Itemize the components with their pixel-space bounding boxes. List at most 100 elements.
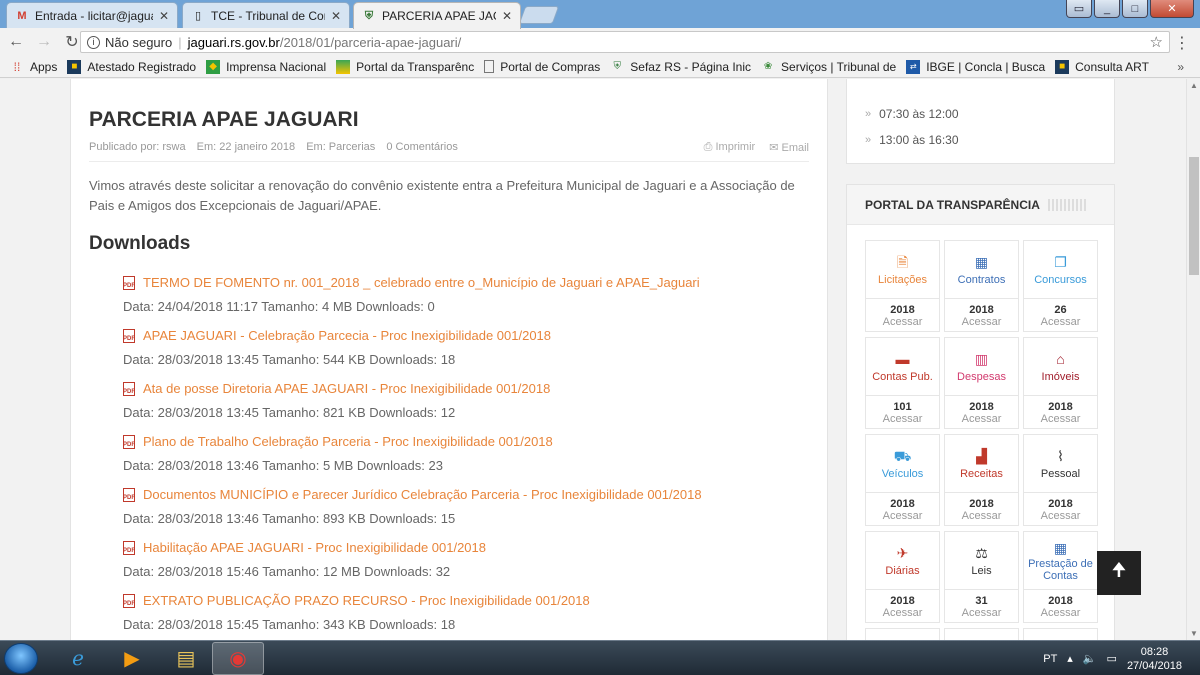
meta-author[interactable]: Publicado por: rswa <box>89 141 186 153</box>
tile-contas-pub[interactable]: ▬ Contas Pub. 101 Acessar <box>865 337 940 429</box>
info-icon[interactable]: i <box>87 35 100 49</box>
header-decoration <box>1047 198 1088 211</box>
language-indicator[interactable]: PT <box>1043 653 1057 665</box>
article-meta: Publicado por: rswa Em: 22 janeiro 2018 … <box>89 141 466 153</box>
tile-label: Imóveis <box>1041 371 1080 383</box>
security-label: Não seguro <box>105 34 173 50</box>
tile-value: 2018 <box>969 497 994 510</box>
clock[interactable]: 08:28 27/04/2018 <box>1127 645 1182 673</box>
chrome-icon[interactable]: ◉ <box>212 642 264 675</box>
download-name: Documentos MUNICÍPIO e Parecer Jurídico … <box>143 487 702 502</box>
download-name: Habilitação APAE JAGUARI - Proc Inexigib… <box>143 540 487 555</box>
address-bar[interactable]: i Não seguro | jaguari.rs.gov.br /2018/0… <box>80 31 1170 53</box>
pdf-icon: PDF <box>123 381 135 396</box>
download-item: PDF EXTRATO PUBLICAÇÃO PRAZO RECURSO - Pr… <box>123 593 813 640</box>
meta-category[interactable]: Em: Parcerias <box>306 141 375 153</box>
bookmark-compras[interactable]: Portal de Compras <box>484 60 600 74</box>
tile-pessoal[interactable]: ⌇ Pessoal 2018 Acessar <box>1023 434 1098 526</box>
tile-label: Diárias <box>885 565 920 577</box>
tile-licitacoes[interactable]: 🗎 Licitações 2018 Acessar <box>865 240 940 332</box>
scroll-up-arrow-icon[interactable]: ▲ <box>1190 81 1198 90</box>
pdf-icon: PDF <box>123 275 135 290</box>
tile-value: 2018 <box>890 497 915 510</box>
download-name: APAE JAGUARI - Celebração Parcecia - Pro… <box>143 328 552 343</box>
tile-partial[interactable] <box>1023 628 1098 640</box>
download-link[interactable]: PDF Habilitação APAE JAGUARI - Proc Inexi… <box>123 540 813 555</box>
download-info: Data: 28/03/2018 13:45 Tamanho: 544 KB D… <box>123 352 456 367</box>
internet-explorer-icon[interactable]: ℯ <box>52 642 104 675</box>
download-link[interactable]: PDF TERMO DE FOMENTO nr. 001_2018 _ celeb… <box>123 275 813 290</box>
back-to-top-button[interactable]: 🠉 <box>1097 551 1141 595</box>
tile-partial[interactable] <box>944 628 1019 640</box>
tile-action: Acessar <box>961 412 1002 425</box>
bookmark-sefaz[interactable]: ⛨ Sefaz RS - Página Inic <box>610 60 751 74</box>
tile-label: Licitações <box>878 274 927 286</box>
tile-concursos[interactable]: ❐ Concursos 26 Acessar <box>1023 240 1098 332</box>
close-window-button[interactable]: ✕ <box>1150 0 1194 18</box>
portal-header: PORTAL DA TRANSPARÊNCIA <box>847 185 1114 225</box>
tile-partial[interactable] <box>865 628 940 640</box>
bookmark-ibge[interactable]: ⇄ IBGE | Concla | Busca <box>906 59 1045 74</box>
download-link[interactable]: PDF EXTRATO PUBLICAÇÃO PRAZO RECURSO - Pr… <box>123 593 813 608</box>
tile-label: Pessoal <box>1040 468 1081 480</box>
tile-receitas[interactable]: ▟ Receitas 2018 Acessar <box>944 434 1019 526</box>
file-explorer-icon[interactable]: ▤ <box>160 642 212 675</box>
download-link[interactable]: PDF Plano de Trabalho Celebração Parceria… <box>123 434 813 449</box>
bookmark-servicos[interactable]: ❀ Serviços | Tribunal de <box>761 60 896 74</box>
download-link[interactable]: PDF Documentos MUNICÍPIO e Parecer Jurídi… <box>123 487 813 502</box>
bookmark-apps[interactable]: ⁞⁞ Apps <box>10 60 58 74</box>
forward-button[interactable]: → <box>32 30 56 54</box>
clock-time: 08:28 <box>1140 645 1169 658</box>
media-player-icon[interactable]: ▶ <box>106 642 158 675</box>
tab-tce[interactable]: ▯ TCE - Tribunal de Contas ✕ <box>182 2 350 28</box>
bookmark-star-icon[interactable]: ☆ <box>1150 33 1163 51</box>
start-button[interactable] <box>4 643 38 674</box>
chevron-right-icon: » <box>865 134 872 146</box>
bookmark-imprensa[interactable]: ◆ Imprensa Nacional <box>206 59 326 74</box>
new-tab-button[interactable] <box>518 6 560 24</box>
article-intro: Vimos através deste solicitar a renovaçã… <box>89 178 795 213</box>
download-info: Data: 28/03/2018 15:45 Tamanho: 343 KB D… <box>123 617 456 632</box>
tile-prestacao-de-contas[interactable]: ▦ Prestação de Contas 2018 Acessar <box>1023 531 1098 623</box>
bookmark-atestado[interactable]: ■ Atestado Registrado <box>67 59 196 74</box>
close-icon[interactable]: ✕ <box>502 9 512 23</box>
close-icon[interactable]: ✕ <box>331 9 341 23</box>
back-button[interactable]: ← <box>4 30 28 54</box>
network-icon[interactable]: ▭ <box>1107 652 1117 665</box>
volume-icon[interactable]: 🔈 <box>1083 652 1097 665</box>
menu-icon[interactable]: ⋮ <box>1174 33 1190 53</box>
url-path: /2018/01/parceria-apae-jaguari/ <box>279 34 462 50</box>
download-link[interactable]: PDF APAE JAGUARI - Celebração Parcecia - … <box>123 328 813 343</box>
bookmarks-more-icon[interactable]: » <box>1177 60 1184 74</box>
tab-gmail[interactable]: M Entrada - licitar@jaguari ✕ <box>6 2 178 28</box>
download-info: Data: 28/03/2018 15:46 Tamanho: 12 MB Do… <box>123 564 451 579</box>
hours-row: » 13:00 às 16:30 <box>865 133 959 147</box>
tile-imoveis[interactable]: ⌂ Imóveis 2018 Acessar <box>1023 337 1098 429</box>
account-icon[interactable]: ▭ <box>1066 0 1092 18</box>
close-icon[interactable]: ✕ <box>159 9 169 23</box>
tile-veiculos[interactable]: ⛟ Veículos 2018 Acessar <box>865 434 940 526</box>
tile-despesas[interactable]: ▥ Despesas 2018 Acessar <box>944 337 1019 429</box>
tile-contratos[interactable]: ▦ Contratos 2018 Acessar <box>944 240 1019 332</box>
bookmark-label: Serviços | Tribunal de <box>781 59 897 74</box>
page-scrollbar[interactable]: ▲ ▼ <box>1186 79 1200 640</box>
tab-parceria[interactable]: ⛨ PARCERIA APAE JAGUARI ✕ <box>353 2 521 29</box>
bookmark-art[interactable]: ■ Consulta ART <box>1055 59 1149 74</box>
meta-comments[interactable]: 0 Comentários <box>386 141 458 153</box>
email-link[interactable]: ✉ Email <box>769 141 809 154</box>
url-host: jaguari.rs.gov.br <box>187 34 280 50</box>
scroll-down-arrow-icon[interactable]: ▼ <box>1190 629 1198 638</box>
download-link[interactable]: PDF Ata de posse Diretoria APAE JAGUARI -… <box>123 381 813 396</box>
maximize-button[interactable]: □ <box>1122 0 1148 18</box>
downloads-list: PDF TERMO DE FOMENTO nr. 001_2018 _ celeb… <box>123 275 813 640</box>
minimize-button[interactable]: _ <box>1094 0 1120 18</box>
tile-value: 2018 <box>1048 497 1073 510</box>
document-icon: ▯ <box>194 10 202 22</box>
print-link[interactable]: ⎙ Imprimir <box>704 141 756 154</box>
tray-up-arrow-icon[interactable]: ▴ <box>1067 652 1073 665</box>
tile-leis[interactable]: ⚖ Leis 31 Acessar <box>944 531 1019 623</box>
scrollbar-thumb[interactable] <box>1189 157 1199 275</box>
tile-diarias[interactable]: ✈ Diárias 2018 Acessar <box>865 531 940 623</box>
bookmark-transparencia[interactable]: Portal da Transparênc <box>336 59 474 74</box>
download-name: Plano de Trabalho Celebração Parceria - … <box>143 434 553 449</box>
